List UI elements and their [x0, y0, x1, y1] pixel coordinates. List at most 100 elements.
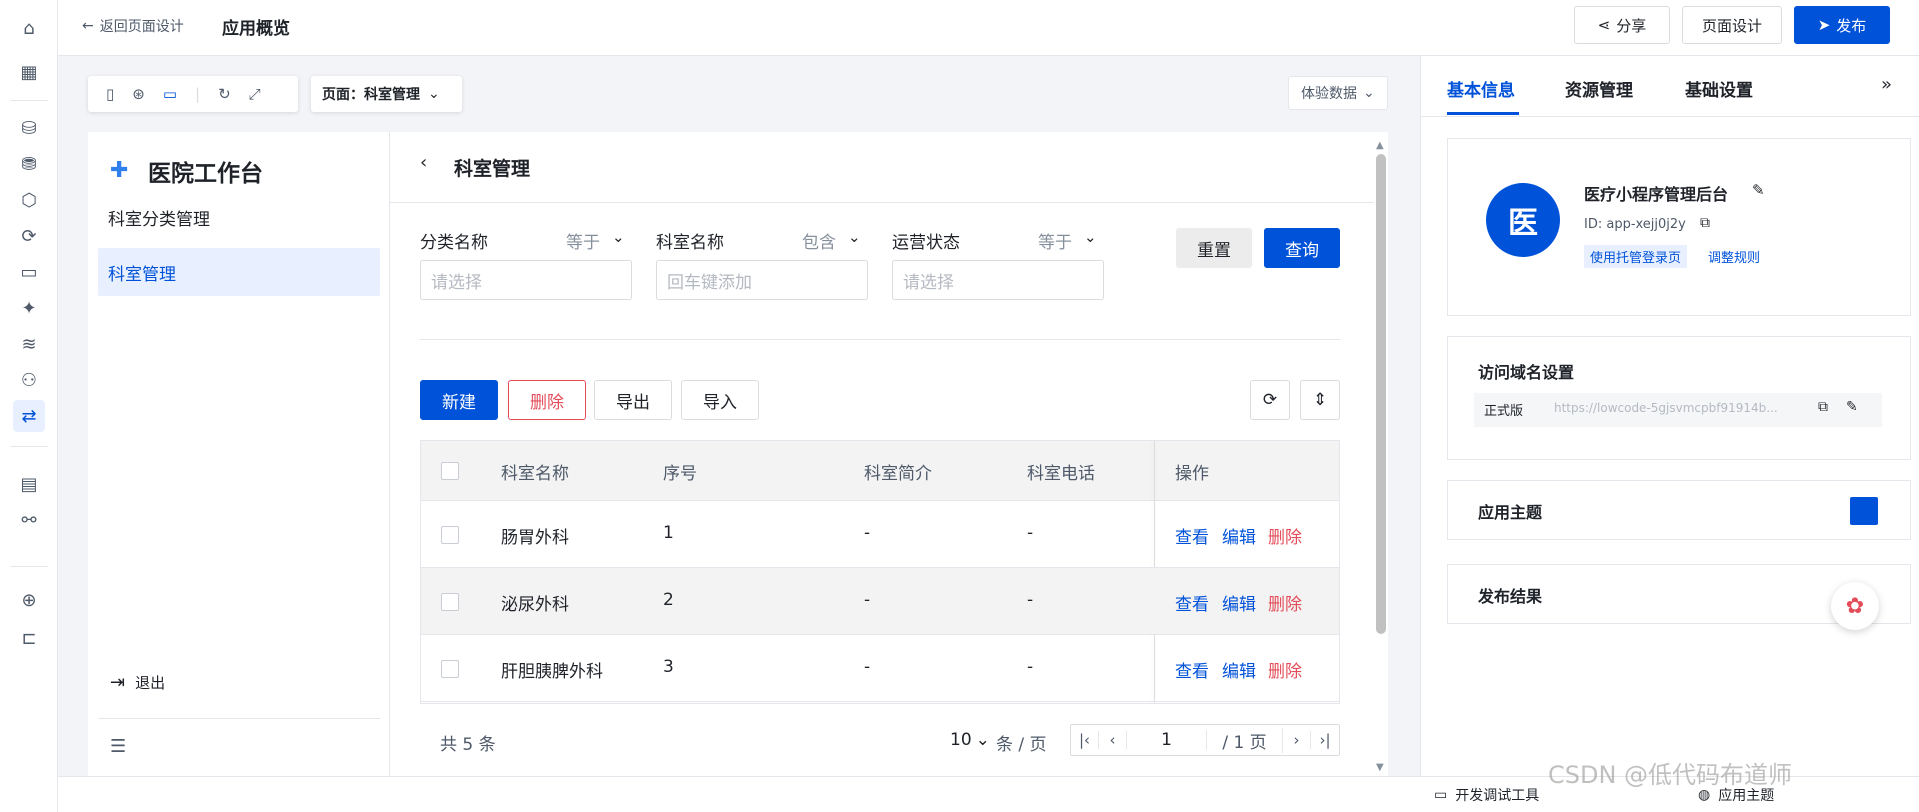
page-select[interactable]: 页面：科室管理 ⌄ [311, 76, 462, 112]
reset-button[interactable]: 重置 [1176, 228, 1252, 268]
desktop-icon[interactable]: ▭ [163, 85, 177, 103]
view-link[interactable]: 查看 [1175, 590, 1209, 615]
import-button[interactable]: 导入 [681, 380, 759, 420]
devtools-button[interactable]: ▭ 开发调试工具 [1434, 785, 1539, 805]
expand-icon[interactable]: ⤢ [249, 85, 261, 103]
cell-name: 泌尿外科 [501, 595, 569, 615]
filter-op-category[interactable]: 等于 [566, 228, 600, 253]
mini-program-icon[interactable]: ⊛ [132, 85, 145, 103]
collapse-panel-icon[interactable]: » [1881, 74, 1892, 95]
report-icon[interactable]: ▤ [13, 468, 45, 500]
total-pages: / 1 页 [1207, 727, 1283, 753]
refresh-icon[interactable]: ⟳ [13, 220, 45, 252]
current-page-input[interactable]: 1 [1127, 730, 1207, 750]
plugin-icon[interactable]: ⊕ [13, 584, 45, 616]
tab-resources[interactable]: 资源管理 [1565, 76, 1633, 101]
cell-phone: - [1027, 523, 1034, 543]
query-button[interactable]: 查询 [1264, 228, 1340, 268]
column-header[interactable]: 科室简介 [864, 459, 932, 484]
mobile-icon[interactable]: ▯ [106, 85, 114, 103]
select-all-checkbox[interactable] [441, 462, 459, 480]
rotate-icon[interactable]: ↻ [218, 85, 231, 103]
assistant-icon[interactable]: ✿ [1831, 582, 1879, 630]
delete-link[interactable]: 删除 [1268, 523, 1302, 548]
demo-data-select[interactable]: 体验数据 ⌄ [1288, 76, 1388, 110]
row-checkbox[interactable] [441, 526, 459, 544]
hexagon-icon[interactable]: ⬡ [13, 184, 45, 216]
publish-button[interactable]: ➤ 发布 [1794, 6, 1890, 44]
page-size-select[interactable]: 10 ⌄ [950, 730, 990, 750]
cell-intro: - [864, 523, 871, 543]
view-link[interactable]: 查看 [1175, 657, 1209, 682]
export-button[interactable]: 导出 [594, 380, 672, 420]
sparkle-icon[interactable]: ✦ [13, 292, 45, 324]
flow-icon[interactable]: ⇄ [13, 400, 45, 432]
next-page-icon[interactable]: › [1283, 731, 1311, 749]
filter-label-category: 分类名称 [420, 233, 488, 253]
folder-icon[interactable]: ▭ [13, 256, 45, 288]
density-icon[interactable]: ⇕ [1300, 380, 1340, 420]
theme-color-swatch[interactable] [1850, 497, 1878, 525]
new-button[interactable]: 新建 [420, 380, 498, 420]
status-select[interactable]: 请选择 [892, 260, 1104, 300]
logout-label: 退出 [135, 674, 166, 692]
nav-item-category[interactable]: 科室分类管理 [98, 196, 380, 238]
scroll-up-icon[interactable]: ▲ [1376, 140, 1384, 151]
edit-icon[interactable]: ✎ [1846, 399, 1858, 415]
edit-link[interactable]: 编辑 [1222, 523, 1256, 548]
canvas-scrollbar[interactable]: ▲ ▼ [1374, 140, 1388, 780]
send-icon: ➤ [1817, 16, 1831, 34]
back-chevron-icon[interactable]: ‹ [420, 152, 427, 173]
first-page-icon[interactable]: |‹ [1071, 731, 1099, 749]
logout-button[interactable]: ⇥ 退出 [110, 672, 165, 693]
back-link[interactable]: ← 返回页面设计 [82, 16, 184, 36]
column-header[interactable]: 序号 [663, 459, 697, 484]
column-header[interactable]: 科室名称 [501, 459, 569, 484]
view-link[interactable]: 查看 [1175, 523, 1209, 548]
database-icon[interactable]: ⛁ [13, 112, 45, 144]
link-icon[interactable]: ⚯ [13, 504, 45, 536]
rail-divider [10, 446, 48, 447]
filter-op-name[interactable]: 包含 [802, 228, 836, 253]
layers-icon[interactable]: ≋ [13, 328, 45, 360]
edit-link[interactable]: 编辑 [1222, 590, 1256, 615]
adjust-rules-link[interactable]: 调整规则 [1708, 247, 1760, 266]
home-icon[interactable]: ⌂ [13, 12, 45, 44]
menu-icon[interactable]: ☰ [110, 736, 126, 757]
prev-page-icon[interactable]: ‹ [1099, 731, 1127, 749]
collapse-panel-icon[interactable]: ⊏ [13, 622, 45, 654]
user-settings-icon[interactable]: ⚇ [13, 364, 45, 396]
nav-item-department[interactable]: 科室管理 [98, 248, 380, 296]
database-settings-icon[interactable]: ⛃ [13, 148, 45, 180]
edit-link[interactable]: 编辑 [1222, 657, 1256, 682]
device-toolbar: ▯ ⊛ ▭ | ↻ ⤢ [88, 76, 298, 112]
tab-basic-info[interactable]: 基本信息 [1447, 76, 1515, 101]
last-page-icon[interactable]: ›| [1311, 731, 1339, 749]
column-header[interactable]: 科室电话 [1027, 459, 1095, 484]
tab-settings[interactable]: 基础设置 [1685, 76, 1753, 101]
app-avatar: 医 [1486, 183, 1560, 257]
copy-icon[interactable]: ⧉ [1818, 399, 1828, 415]
scroll-down-icon[interactable]: ▼ [1376, 762, 1384, 773]
app-name: 医院工作台 [148, 161, 263, 187]
edit-icon[interactable]: ✎ [1752, 181, 1765, 199]
row-checkbox[interactable] [441, 660, 459, 678]
row-checkbox[interactable] [441, 593, 459, 611]
delete-link[interactable]: 删除 [1268, 590, 1302, 615]
filter-op-status[interactable]: 等于 [1038, 228, 1072, 253]
copy-icon[interactable]: ⧉ [1700, 215, 1710, 231]
category-select[interactable]: 请选择 [420, 260, 632, 300]
arrow-left-icon: ← [82, 18, 94, 34]
column-header: 操作 [1175, 464, 1209, 484]
scrollbar-thumb[interactable] [1376, 154, 1386, 634]
cell-index: 1 [663, 523, 674, 543]
delete-link[interactable]: 删除 [1268, 657, 1302, 682]
page-design-button[interactable]: 页面设计 [1682, 6, 1782, 44]
department-name-input[interactable]: 回车键添加 [656, 260, 868, 300]
bulk-delete-button[interactable]: 删除 [508, 380, 586, 420]
refresh-icon[interactable]: ⟳ [1250, 380, 1290, 420]
grid-icon[interactable]: ▦ [13, 56, 45, 88]
domain-url: https://lowcode-5gjsvmcpbf91914b... [1554, 401, 1778, 415]
filter-divider [420, 339, 1340, 340]
share-button[interactable]: ⋖ 分享 [1574, 6, 1670, 44]
